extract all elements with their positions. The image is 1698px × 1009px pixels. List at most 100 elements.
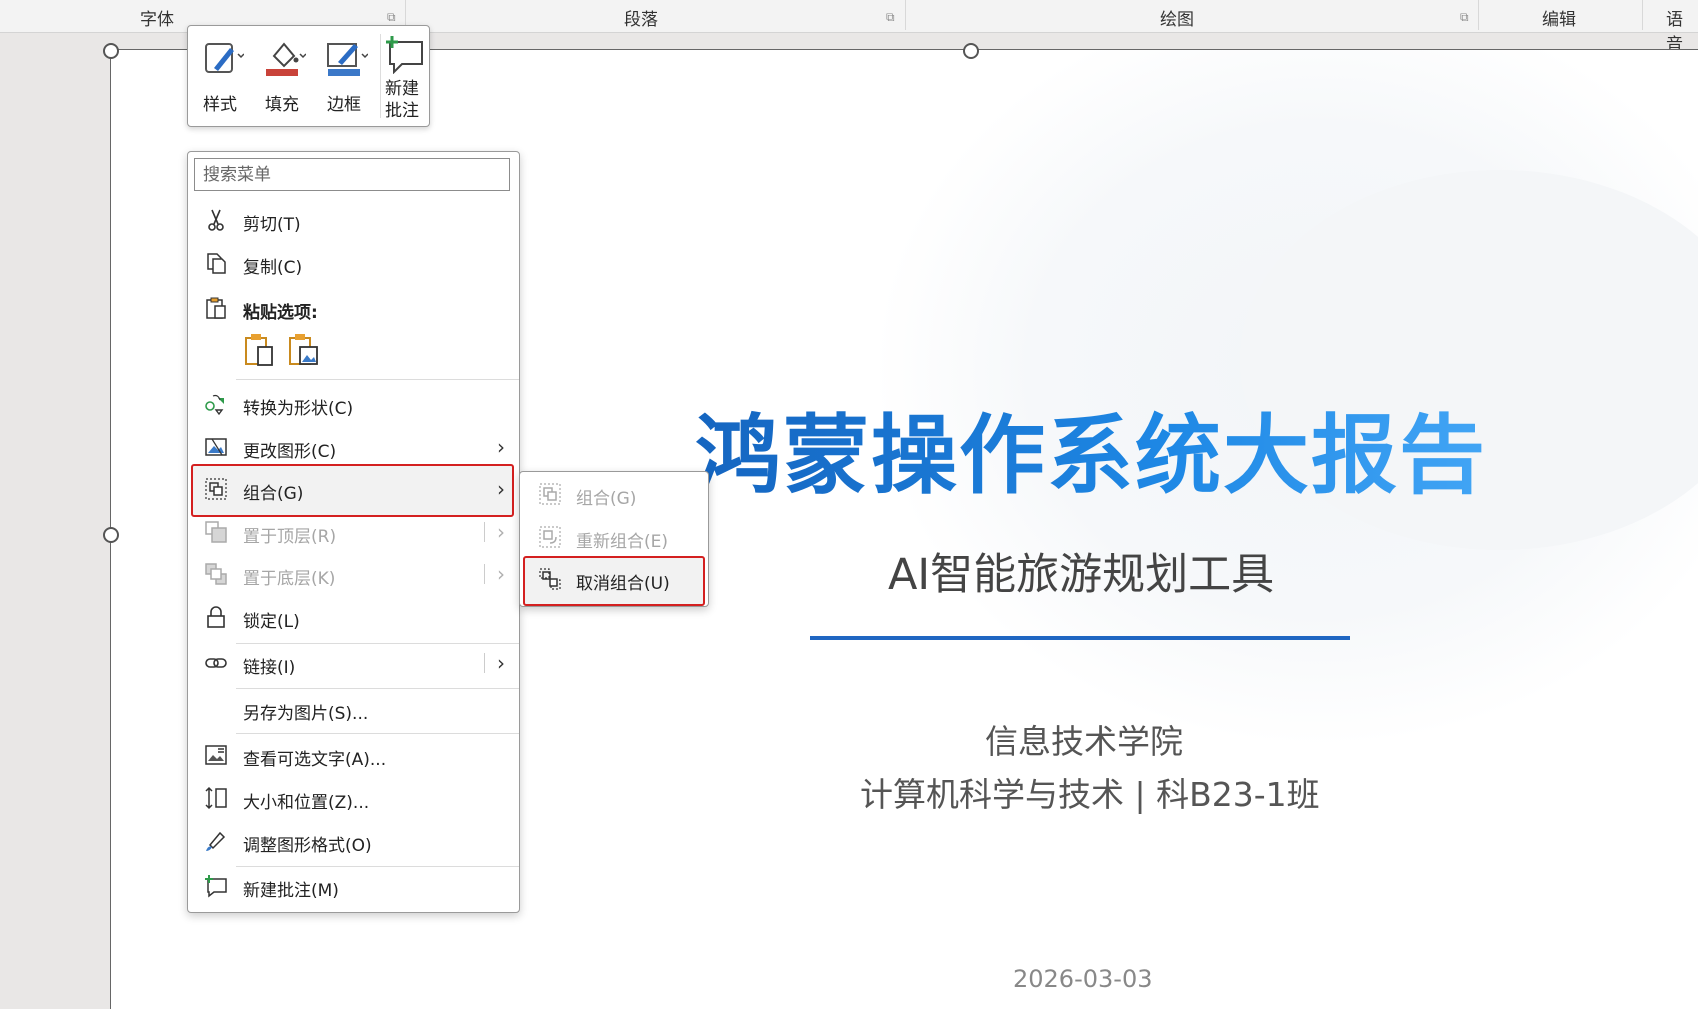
chevron-right-icon: › [497, 477, 505, 501]
paste-options-header: 粘贴选项: [188, 288, 519, 328]
ribbon-separator [1478, 0, 1479, 30]
menu-item-copy-label: 复制(C) [243, 258, 303, 278]
context-menu: 剪切(T) 复制(C) 粘贴选项: 转换为形 [187, 151, 520, 913]
menu-item-copy[interactable]: 复制(C) [188, 243, 519, 283]
paragraph-dialog-launcher-icon[interactable]: ⧉ [886, 10, 895, 25]
menu-item-lock[interactable]: 锁定(L) [188, 597, 519, 637]
font-dialog-launcher-icon[interactable]: ⧉ [387, 10, 396, 25]
menu-item-link-label: 链接(I) [243, 658, 296, 678]
change-graphic-icon [205, 438, 227, 456]
resize-handle-top-middle[interactable] [963, 43, 979, 59]
menu-item-size-position[interactable]: 大小和位置(Z)... [188, 778, 519, 818]
split-separator [484, 522, 485, 542]
convert-shape-icon [205, 394, 224, 416]
group-submenu: 组合(G) 重新组合(E) 取消组合(U) [519, 471, 709, 607]
paste-as-picture-icon[interactable] [288, 333, 320, 367]
border-pen-icon [327, 43, 368, 76]
group-icon [205, 478, 227, 500]
menu-item-save-as-picture-label: 另存为图片(S)... [243, 704, 369, 724]
scissors-icon [208, 209, 224, 231]
lock-icon [207, 606, 225, 628]
size-position-icon [205, 786, 227, 810]
menu-item-lock-label: 锁定(L) [243, 612, 300, 632]
menu-item-convert-to-shape-label: 转换为形状(C) [243, 399, 354, 419]
fill-button-label: 填充 [265, 95, 299, 115]
menu-item-change-graphic[interactable]: 更改图形(C) › [188, 427, 519, 467]
border-button[interactable]: 边框 [316, 32, 372, 122]
chevron-right-icon: › [497, 520, 505, 544]
search-menu-input[interactable] [194, 158, 510, 191]
ribbon-separator [1642, 0, 1643, 30]
menu-item-new-comment-label: 新建批注(M) [243, 881, 339, 901]
menu-item-link[interactable]: 链接(I) › [188, 643, 519, 683]
ribbon-group-voice[interactable]: 语音 [1666, 5, 1698, 55]
menu-item-format-graphic-label: 调整图形格式(O) [243, 836, 372, 856]
menu-item-cut-label: 剪切(T) [243, 215, 301, 235]
fill-bucket-icon [266, 42, 306, 76]
ungroup-icon [539, 568, 561, 590]
chevron-right-icon: › [497, 562, 505, 586]
menu-item-size-position-label: 大小和位置(Z)... [243, 793, 370, 813]
paste-keep-source-icon[interactable] [244, 333, 276, 367]
menu-item-group[interactable]: 组合(G) › [188, 469, 519, 509]
new-comment-icon [205, 875, 227, 898]
new-comment-label: 新建 批注 [374, 78, 430, 122]
paste-options-label: 粘贴选项: [243, 303, 318, 323]
menu-separator [236, 733, 519, 734]
org-line-school[interactable]: 信息技术学院 [985, 715, 1183, 763]
new-comment-label-line2: 批注 [385, 101, 419, 121]
menu-item-bring-to-front[interactable]: 置于顶层(R) › [188, 512, 519, 552]
submenu-item-ungroup-label: 取消组合(U) [576, 574, 670, 594]
ribbon-group-paragraph[interactable]: 段落 [624, 5, 658, 30]
submenu-item-regroup-label: 重新组合(E) [576, 532, 669, 552]
send-to-back-icon [205, 563, 227, 585]
bring-to-front-icon [205, 521, 227, 543]
clipboard-icon [206, 297, 226, 319]
chevron-right-icon: › [497, 651, 505, 675]
menu-separator [236, 379, 519, 380]
copy-icon [207, 253, 226, 274]
menu-item-cut[interactable]: 剪切(T) [188, 200, 519, 240]
menu-item-save-as-picture[interactable]: 另存为图片(S)... [188, 689, 519, 729]
fill-button[interactable]: 填充 [254, 32, 310, 122]
split-separator [484, 653, 485, 673]
format-brush-icon [206, 831, 226, 851]
ribbon-group-drawing[interactable]: 绘图 [1160, 5, 1194, 30]
slide-subtitle[interactable]: AI智能旅游规划工具 [888, 540, 1274, 602]
style-button[interactable]: 样式 [192, 32, 248, 122]
border-button-label: 边框 [327, 95, 361, 115]
new-comment-label-line1: 新建 [385, 79, 419, 99]
ribbon-separator [905, 0, 906, 30]
slide-date[interactable]: 2026-03-03 [1013, 965, 1152, 993]
menu-item-send-to-back-label: 置于底层(K) [243, 569, 336, 589]
submenu-item-group[interactable]: 组合(G) [520, 474, 708, 514]
menu-item-alt-text[interactable]: 查看可选文字(A)... [188, 735, 519, 775]
mini-toolbar: 样式 填充 边框 新建 批注 [187, 25, 430, 127]
menu-item-send-to-back[interactable]: 置于底层(K) › [188, 554, 519, 594]
submenu-item-ungroup[interactable]: 取消组合(U) [520, 559, 708, 599]
menu-item-new-comment[interactable]: 新建批注(M) [188, 866, 519, 906]
link-icon [205, 658, 227, 668]
menu-item-alt-text-label: 查看可选文字(A)... [243, 750, 387, 770]
slide-title[interactable]: 鸿蒙操作系统大报告 [695, 385, 1487, 510]
drawing-dialog-launcher-icon[interactable]: ⧉ [1460, 10, 1469, 25]
ribbon-group-font[interactable]: 字体 [140, 5, 174, 30]
title-divider-line[interactable] [810, 636, 1350, 640]
menu-item-bring-to-front-label: 置于顶层(R) [243, 527, 337, 547]
chevron-right-icon: › [497, 435, 505, 459]
submenu-item-group-label: 组合(G) [576, 489, 637, 509]
style-icon [205, 43, 244, 73]
style-button-label: 样式 [203, 95, 237, 115]
menu-item-convert-to-shape[interactable]: 转换为形状(C) [188, 384, 519, 424]
menu-item-format-graphic[interactable]: 调整图形格式(O) [188, 821, 519, 861]
submenu-item-regroup[interactable]: 重新组合(E) [520, 517, 708, 557]
new-comment-button[interactable]: 新建 批注 [374, 32, 430, 122]
alt-text-icon [205, 745, 227, 765]
resize-handle-middle-left[interactable] [103, 527, 119, 543]
resize-handle-top-left[interactable] [103, 43, 119, 59]
ribbon-group-editing[interactable]: 编辑 [1542, 5, 1576, 30]
menu-item-change-graphic-label: 更改图形(C) [243, 442, 337, 462]
menu-item-group-label: 组合(G) [243, 484, 304, 504]
org-line-class[interactable]: 计算机科学与技术 | 科B23-1班 [860, 768, 1320, 816]
new-comment-icon [386, 36, 423, 74]
